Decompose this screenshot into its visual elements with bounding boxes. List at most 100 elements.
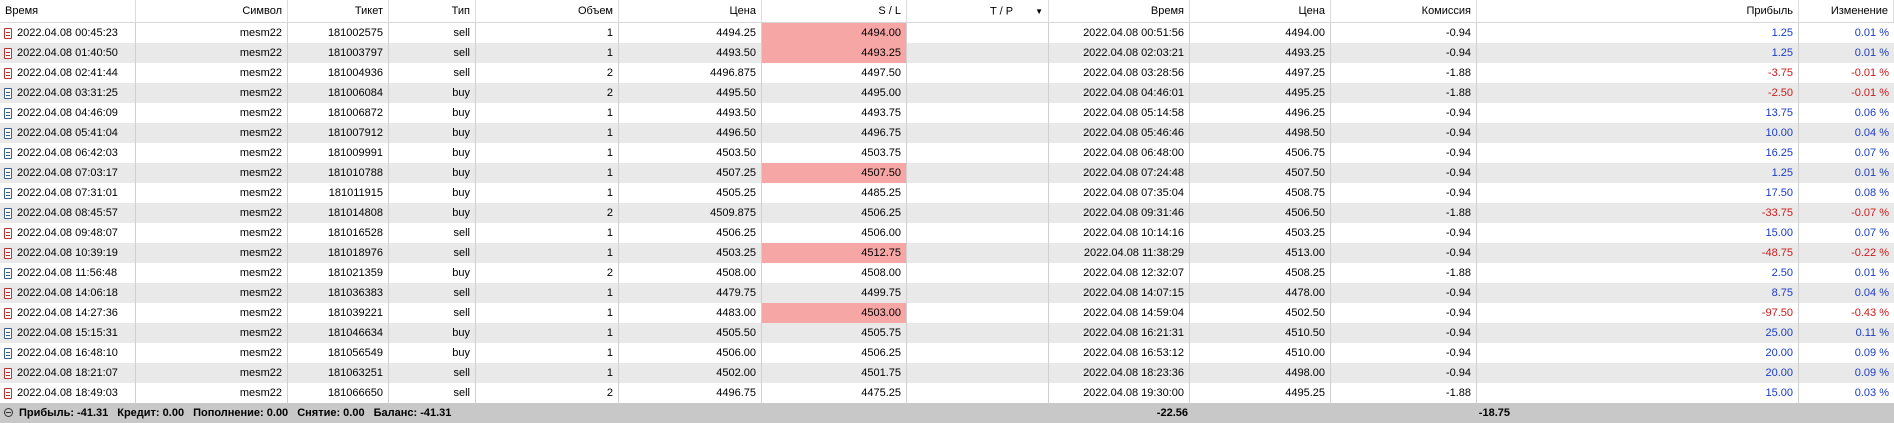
sell-order-icon xyxy=(4,367,12,379)
cell-symbol: mesm22 xyxy=(136,383,288,403)
table-row[interactable]: 2022.04.08 01:40:50 mesm22 181003797 sell 1 4… xyxy=(0,43,1894,63)
cell-price: 4508.00 xyxy=(619,263,762,283)
cell-ticket: 181003797 xyxy=(288,43,389,63)
table-row[interactable]: 2022.04.08 03:31:25 mesm22 181006084 buy 2 44… xyxy=(0,83,1894,103)
cell-take-profit xyxy=(907,203,1049,223)
column-header-open-time[interactable]: Время xyxy=(0,0,136,22)
column-header-commission[interactable]: Комиссия xyxy=(1331,0,1477,22)
summary-profit: Прибыль: -41.31 xyxy=(19,407,109,419)
cell-close-time: 2022.04.08 18:23:36 xyxy=(1049,363,1190,383)
cell-take-profit xyxy=(907,83,1049,103)
collapse-circle-icon[interactable] xyxy=(4,408,13,417)
column-header-close-time[interactable]: Время xyxy=(1049,0,1190,22)
cell-commission: -0.94 xyxy=(1331,283,1477,303)
cell-profit: -97.50 xyxy=(1477,303,1799,323)
cell-stop-loss: 4503.00 xyxy=(762,303,907,323)
cell-type: buy xyxy=(389,323,476,343)
cell-change: 0.07 % xyxy=(1854,147,1889,159)
cell-type: buy xyxy=(389,123,476,143)
table-row[interactable]: 2022.04.08 00:45:23 mesm22 181002575 sell 1 4… xyxy=(0,23,1894,43)
cell-price: 4496.75 xyxy=(619,383,762,403)
column-header-stop-loss[interactable]: S / L xyxy=(762,0,907,22)
cell-symbol: mesm22 xyxy=(136,143,288,163)
column-header-price[interactable]: Цена xyxy=(619,0,762,22)
column-header-profit[interactable]: Прибыль xyxy=(1477,0,1799,22)
sort-down-arrow-icon[interactable]: ▼ xyxy=(1035,7,1043,16)
cell-commission: -0.94 xyxy=(1331,163,1477,183)
cell-type: sell xyxy=(389,383,476,403)
sell-order-icon xyxy=(4,387,12,399)
column-header-ticket[interactable]: Тикет xyxy=(288,0,389,22)
table-row[interactable]: 2022.04.08 07:03:17 mesm22 181010788 buy 1 45… xyxy=(0,163,1894,183)
cell-commission: -0.94 xyxy=(1331,103,1477,123)
table-row[interactable]: 2022.04.08 09:48:07 mesm22 181016528 sell 1 4… xyxy=(0,223,1894,243)
cell-price: 4479.75 xyxy=(619,283,762,303)
table-row[interactable]: 2022.04.08 14:06:18 mesm22 181036383 sell 1 4… xyxy=(0,283,1894,303)
table-row[interactable]: 2022.04.08 16:48:10 mesm22 181056549 buy 1 45… xyxy=(0,343,1894,363)
cell-volume: 1 xyxy=(476,323,619,343)
table-row[interactable]: 2022.04.08 18:49:03 mesm22 181066650 sell 2 4… xyxy=(0,383,1894,403)
cell-volume: 1 xyxy=(476,183,619,203)
table-row[interactable]: 2022.04.08 08:45:57 mesm22 181014808 buy 2 45… xyxy=(0,203,1894,223)
table-row[interactable]: 2022.04.08 05:41:04 mesm22 181007912 buy 1 44… xyxy=(0,123,1894,143)
cell-symbol: mesm22 xyxy=(136,183,288,203)
cell-ticket: 181066650 xyxy=(288,383,389,403)
summary-change-empty xyxy=(1515,403,1610,423)
column-header-close-price[interactable]: Цена xyxy=(1190,0,1331,22)
column-header-take-profit[interactable]: T / P ▼ xyxy=(907,0,1049,22)
table-row[interactable]: 2022.04.08 11:56:48 mesm22 181021359 buy 2 45… xyxy=(0,263,1894,283)
open-time-text: 2022.04.08 10:39:19 xyxy=(17,247,118,259)
cell-change: 0.08 % xyxy=(1854,187,1889,199)
cell-volume: 2 xyxy=(476,203,619,223)
open-time-text: 2022.04.08 06:42:03 xyxy=(17,147,118,159)
cell-volume: 1 xyxy=(476,363,619,383)
table-row[interactable]: 2022.04.08 14:27:36 mesm22 181039221 sell 1 4… xyxy=(0,303,1894,323)
cell-price: 4505.25 xyxy=(619,183,762,203)
cell-profit: 1.25 xyxy=(1477,163,1799,183)
table-row[interactable]: 2022.04.08 07:31:01 mesm22 181011915 buy 1 45… xyxy=(0,183,1894,203)
cell-change: -0.43 % xyxy=(1851,307,1889,319)
table-row[interactable]: 2022.04.08 04:46:09 mesm22 181006872 buy 1 44… xyxy=(0,103,1894,123)
cell-symbol: mesm22 xyxy=(136,103,288,123)
cell-open-time: 2022.04.08 16:48:10 xyxy=(0,343,136,363)
cell-price: 4503.50 xyxy=(619,143,762,163)
cell-stop-loss: 4506.00 xyxy=(762,223,907,243)
table-row[interactable]: 2022.04.08 15:15:31 mesm22 181046634 buy 1 45… xyxy=(0,323,1894,343)
column-header-change[interactable]: Изменение xyxy=(1799,0,1894,22)
table-row[interactable]: 2022.04.08 02:41:44 mesm22 181004936 sell 2 4… xyxy=(0,63,1894,83)
cell-open-time: 2022.04.08 01:40:50 xyxy=(0,43,136,63)
cell-commission: -0.94 xyxy=(1331,363,1477,383)
cell-close-time: 2022.04.08 05:14:58 xyxy=(1049,103,1190,123)
cell-commission: -0.94 xyxy=(1331,243,1477,263)
cell-stop-loss: 4512.75 xyxy=(762,243,907,263)
cell-change: -0.01 % xyxy=(1851,67,1889,79)
column-header-type[interactable]: Тип xyxy=(389,0,476,22)
cell-type: sell xyxy=(389,43,476,63)
cell-commission: -0.94 xyxy=(1331,303,1477,323)
cell-volume: 1 xyxy=(476,343,619,363)
buy-order-icon xyxy=(4,267,12,279)
cell-close-price: 4508.25 xyxy=(1190,263,1331,283)
table-row[interactable]: 2022.04.08 18:21:07 mesm22 181063251 sell 1 4… xyxy=(0,363,1894,383)
table-row[interactable]: 2022.04.08 10:39:19 mesm22 181018976 sell 1 4… xyxy=(0,243,1894,263)
cell-commission: -0.94 xyxy=(1331,223,1477,243)
column-header-symbol[interactable]: Символ xyxy=(136,0,288,22)
cell-profit: 20.00 xyxy=(1477,343,1799,363)
cell-symbol: mesm22 xyxy=(136,223,288,243)
column-header-volume[interactable]: Объем xyxy=(476,0,619,22)
cell-profit: 1.25 xyxy=(1477,23,1799,43)
trade-history-grid: Время Символ Тикет Тип Объем Цена S / L … xyxy=(0,0,1894,423)
cell-ticket: 181006084 xyxy=(288,83,389,103)
cell-ticket: 181002575 xyxy=(288,23,389,43)
cell-symbol: mesm22 xyxy=(136,63,288,83)
cell-type: buy xyxy=(389,103,476,123)
cell-close-price: 4497.25 xyxy=(1190,63,1331,83)
cell-close-price: 4507.50 xyxy=(1190,163,1331,183)
cell-close-price: 4502.50 xyxy=(1190,303,1331,323)
cell-change: -0.22 % xyxy=(1851,247,1889,259)
cell-volume: 2 xyxy=(476,263,619,283)
table-row[interactable]: 2022.04.08 06:42:03 mesm22 181009991 buy 1 45… xyxy=(0,143,1894,163)
cell-type: sell xyxy=(389,63,476,83)
cell-stop-loss: 4496.75 xyxy=(762,123,907,143)
cell-close-price: 4506.75 xyxy=(1190,143,1331,163)
